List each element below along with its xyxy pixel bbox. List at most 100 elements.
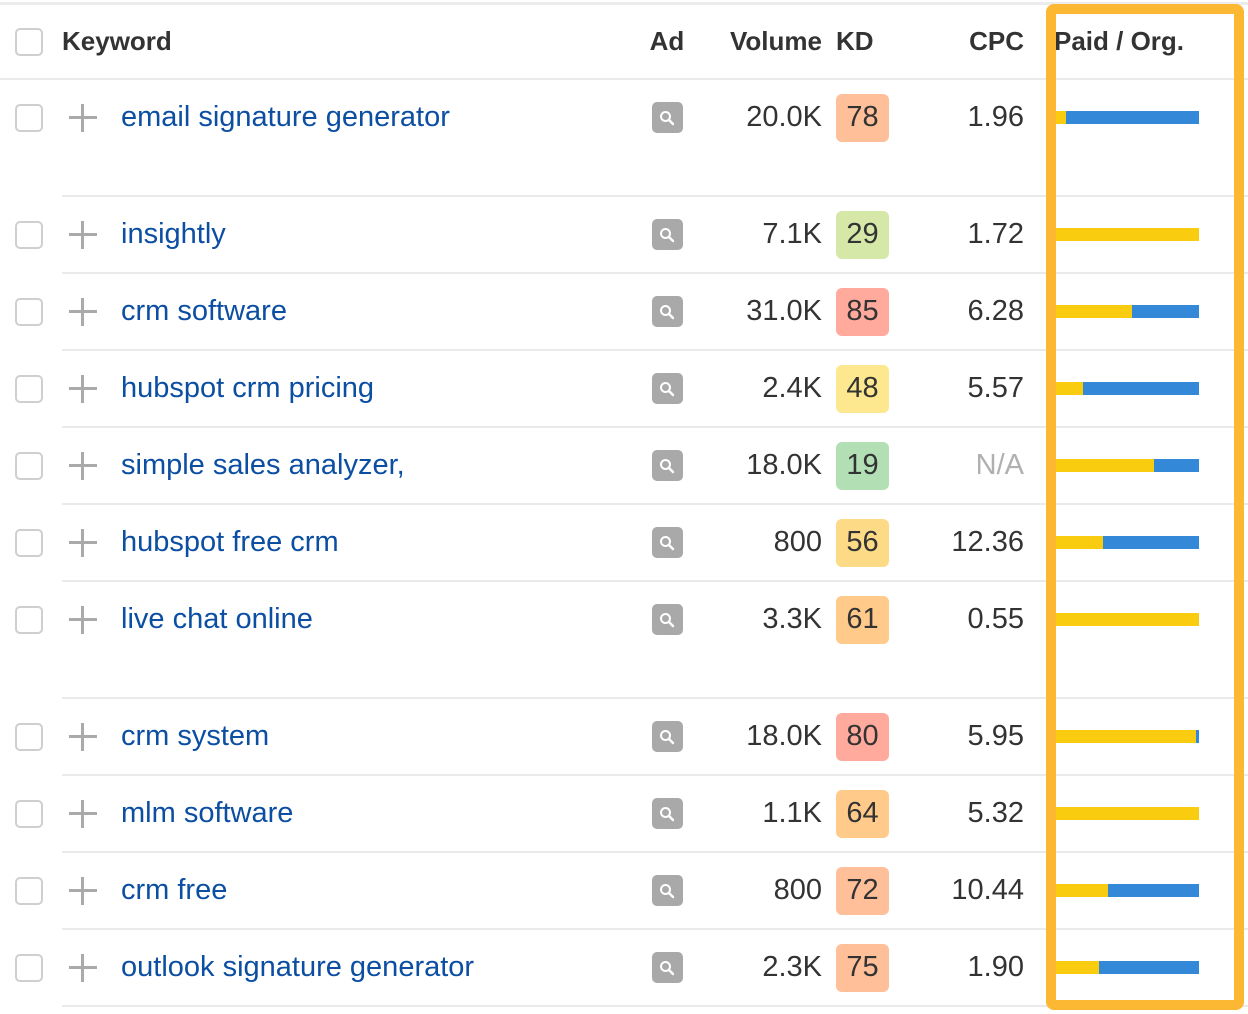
row-checkbox[interactable] <box>15 876 43 905</box>
volume-cell: 18.0K <box>692 698 830 776</box>
serp-search-icon[interactable] <box>651 798 683 829</box>
plus-icon[interactable] <box>69 528 97 557</box>
table-row: email signature generator 20.0K 78 1.96 <box>0 79 1248 197</box>
serp-search-icon[interactable] <box>651 450 683 481</box>
cpc-value: 6.28 <box>967 295 1024 327</box>
paid-organic-bar <box>1054 613 1199 626</box>
paid-org-cell <box>1032 427 1248 505</box>
row-checkbox[interactable] <box>15 297 43 326</box>
plus-icon[interactable] <box>69 297 97 326</box>
paid-org-cell <box>1032 581 1248 699</box>
paid-segment <box>1054 111 1066 124</box>
serp-search-icon[interactable] <box>651 527 683 558</box>
keyword-link[interactable]: hubspot crm pricing <box>121 372 374 405</box>
row-checkbox[interactable] <box>15 605 43 634</box>
paid-organic-bar <box>1054 884 1199 897</box>
row-checkbox[interactable] <box>15 451 43 480</box>
volume-value: 2.4K <box>762 372 822 404</box>
ad-cell <box>642 427 692 505</box>
header-volume[interactable]: Volume <box>692 5 830 80</box>
kd-cell: 48 <box>830 350 910 428</box>
keyword-link[interactable]: insightly <box>121 218 226 251</box>
row-select-cell <box>0 79 62 196</box>
row-select-cell <box>0 350 62 427</box>
keyword-link[interactable]: hubspot free crm <box>121 526 339 559</box>
plus-icon[interactable] <box>69 799 97 828</box>
cpc-value: 5.32 <box>967 797 1024 829</box>
kd-cell: 85 <box>830 273 910 351</box>
row-checkbox[interactable] <box>15 528 43 557</box>
keyword-link[interactable]: crm software <box>121 295 287 328</box>
volume-cell: 1.1K <box>692 775 830 853</box>
serp-search-icon[interactable] <box>651 373 683 404</box>
keyword-link[interactable]: simple sales analyzer, <box>121 449 405 482</box>
paid-organic-bar <box>1054 228 1199 241</box>
cpc-value: 1.72 <box>967 218 1024 250</box>
plus-icon[interactable] <box>69 722 97 751</box>
header-kd[interactable]: KD <box>830 5 910 80</box>
organic-segment <box>1098 961 1199 974</box>
paid-org-cell <box>1032 350 1248 428</box>
paid-org-cell <box>1032 775 1248 853</box>
serp-search-icon[interactable] <box>651 219 683 250</box>
paid-segment <box>1054 884 1108 897</box>
row-checkbox[interactable] <box>15 220 43 249</box>
serp-search-icon[interactable] <box>651 604 683 635</box>
serp-search-icon[interactable] <box>651 875 683 906</box>
plus-icon[interactable] <box>69 451 97 480</box>
cpc-cell: 6.28 <box>910 273 1032 351</box>
kd-badge: 85 <box>836 287 889 336</box>
keyword-link[interactable]: crm system <box>121 720 269 753</box>
plus-icon[interactable] <box>69 876 97 905</box>
serp-search-icon[interactable] <box>651 102 683 133</box>
volume-cell: 800 <box>692 504 830 582</box>
cpc-cell: 5.57 <box>910 350 1032 428</box>
kd-badge: 72 <box>836 866 889 915</box>
keyword-link[interactable]: mlm software <box>121 797 293 830</box>
keyword-link[interactable]: crm free <box>121 874 227 907</box>
cpc-cell: 5.95 <box>910 698 1032 776</box>
serp-search-icon[interactable] <box>651 952 683 983</box>
paid-segment <box>1054 961 1099 974</box>
row-select-cell <box>0 852 62 929</box>
kd-cell: 72 <box>830 852 910 930</box>
header-keyword[interactable]: Keyword <box>62 5 642 80</box>
plus-icon[interactable] <box>69 103 97 132</box>
paid-org-cell <box>1032 698 1248 776</box>
volume-value: 7.1K <box>762 218 822 250</box>
plus-icon[interactable] <box>69 605 97 634</box>
kd-badge: 64 <box>836 789 889 838</box>
ad-cell <box>642 852 692 930</box>
row-checkbox[interactable] <box>15 953 43 982</box>
paid-org-cell <box>1032 504 1248 582</box>
plus-icon[interactable] <box>69 374 97 403</box>
row-checkbox[interactable] <box>15 103 43 132</box>
select-all-checkbox[interactable] <box>15 27 43 56</box>
paid-organic-bar <box>1054 382 1199 395</box>
plus-icon[interactable] <box>69 220 97 249</box>
kd-cell: 56 <box>830 504 910 582</box>
table-row: simple sales analyzer, 18.0K 19 N/A <box>0 427 1248 505</box>
cpc-value: 5.95 <box>967 720 1024 752</box>
row-checkbox[interactable] <box>15 799 43 828</box>
keyword-link[interactable]: live chat online <box>121 603 313 636</box>
kd-badge: 48 <box>836 364 889 413</box>
volume-value: 18.0K <box>746 720 822 752</box>
keyword-link[interactable]: outlook signature generator <box>121 951 474 984</box>
row-checkbox[interactable] <box>15 722 43 751</box>
keywords-table: Keyword Ad Volume KD CPC Paid / Org. ema… <box>0 5 1248 1007</box>
header-cpc[interactable]: CPC <box>910 5 1032 80</box>
table-body: email signature generator 20.0K 78 1.96 <box>0 79 1248 1007</box>
table-row: live chat online 3.3K 61 0.55 <box>0 581 1248 699</box>
organic-segment <box>1132 305 1199 318</box>
header-paid-org[interactable]: Paid / Org. <box>1032 5 1248 80</box>
paid-org-cell <box>1032 852 1248 930</box>
plus-icon[interactable] <box>69 953 97 982</box>
serp-search-icon[interactable] <box>651 296 683 327</box>
cpc-value: 5.57 <box>967 372 1024 404</box>
row-checkbox[interactable] <box>15 374 43 403</box>
keyword-link[interactable]: email signature generator <box>121 101 450 134</box>
serp-search-icon[interactable] <box>651 721 683 752</box>
organic-segment <box>1103 536 1199 549</box>
header-ad[interactable]: Ad <box>642 5 692 80</box>
